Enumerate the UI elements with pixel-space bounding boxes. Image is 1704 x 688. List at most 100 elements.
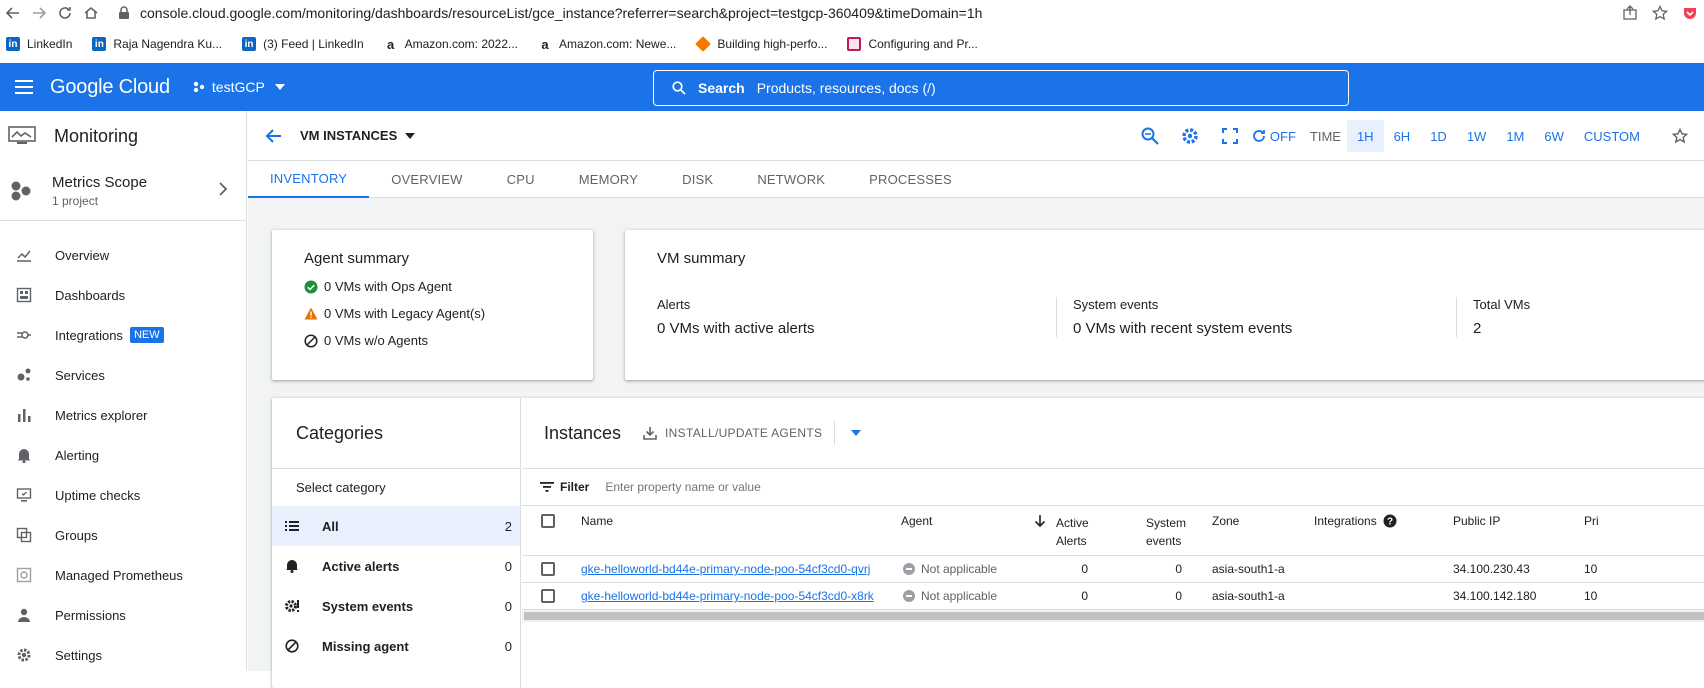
- url-field[interactable]: console.cloud.google.com/monitoring/dash…: [118, 5, 982, 21]
- linkedin-icon: in: [92, 37, 107, 51]
- sidebar-item-groups[interactable]: Groups: [0, 515, 246, 555]
- dashboard-icon: [16, 287, 32, 303]
- sidebar-item-label: Services: [55, 367, 105, 383]
- sidebar-item-services[interactable]: Services: [0, 355, 246, 395]
- time-range-custom[interactable]: CUSTOM: [1574, 120, 1650, 152]
- help-icon[interactable]: ?: [1383, 514, 1397, 528]
- back-arrow-icon[interactable]: [264, 128, 282, 144]
- back-arrow-icon[interactable]: [0, 0, 26, 26]
- pocket-icon[interactable]: [1682, 5, 1698, 21]
- category-missing-agent[interactable]: Missing agent 0: [272, 626, 520, 666]
- agent-row-text: 0 VMs with Legacy Agent(s): [324, 306, 486, 321]
- caret-down-icon[interactable]: [851, 430, 862, 436]
- col-active-alerts[interactable]: Active Alerts: [1056, 514, 1089, 550]
- col-name[interactable]: Name: [581, 514, 613, 528]
- instances-title: Instances: [544, 422, 622, 443]
- star-icon[interactable]: [1656, 128, 1704, 144]
- chevron-right-icon[interactable]: [218, 181, 228, 197]
- bookmark-item[interactable]: Configuring and Pr...: [847, 37, 978, 51]
- tab-network[interactable]: NETWORK: [735, 161, 847, 198]
- instances-header: Instances INSTALL/UPDATE AGENTS: [522, 398, 1704, 469]
- share-icon[interactable]: [1622, 5, 1638, 21]
- monitoring-icon: [8, 126, 36, 146]
- col-public-ip[interactable]: Public IP: [1453, 514, 1500, 528]
- time-range-1d[interactable]: 1D: [1420, 120, 1457, 152]
- forward-arrow-icon[interactable]: [26, 0, 52, 26]
- category-count: 0: [504, 598, 512, 614]
- reload-icon[interactable]: [52, 0, 78, 26]
- sidebar-item-dashboards[interactable]: Dashboards: [0, 275, 246, 315]
- sort-down-arrow-icon[interactable]: [1034, 514, 1046, 528]
- vm-summary-label: System events: [1073, 297, 1159, 312]
- hamburger-menu-icon[interactable]: [0, 63, 48, 111]
- col-agent[interactable]: Agent: [901, 514, 932, 528]
- sidebar-item-uptime-checks[interactable]: Uptime checks: [0, 475, 246, 515]
- bar-chart-icon: [16, 407, 32, 423]
- category-system-events[interactable]: System events 0: [272, 586, 520, 626]
- tab-memory[interactable]: MEMORY: [557, 161, 660, 198]
- sidebar-item-permissions[interactable]: Permissions: [0, 595, 246, 635]
- caret-down-icon: [405, 132, 416, 139]
- time-range-6w[interactable]: 6W: [1534, 120, 1574, 152]
- time-range-1w[interactable]: 1W: [1457, 120, 1497, 152]
- tab-cpu[interactable]: CPU: [485, 161, 557, 198]
- prometheus-icon: [16, 567, 32, 583]
- star-icon[interactable]: [1652, 5, 1668, 21]
- filter-bar: Filter: [522, 469, 1704, 506]
- col-zone[interactable]: Zone: [1212, 514, 1239, 528]
- sidebar-item-managed-prometheus[interactable]: Managed Prometheus: [0, 555, 246, 595]
- col-integrations[interactable]: Integrations ?: [1314, 514, 1397, 528]
- col-system-events[interactable]: System events: [1146, 514, 1186, 550]
- category-all[interactable]: All 2: [272, 506, 520, 546]
- bookmark-item[interactable]: in LinkedIn: [6, 37, 72, 51]
- bookmark-item[interactable]: Building high-perfo...: [695, 36, 827, 52]
- install-agents-button[interactable]: INSTALL/UPDATE AGENTS: [643, 421, 836, 445]
- sidebar-item-alerting[interactable]: Alerting: [0, 435, 246, 475]
- agent-summary-card: Agent summary 0 VMs with Ops Agent 0 VMs…: [272, 230, 593, 380]
- auto-refresh-toggle[interactable]: OFF: [1252, 129, 1296, 144]
- sidebar-item-overview[interactable]: Overview: [0, 235, 246, 275]
- search-input[interactable]: Search Products, resources, docs (/): [653, 70, 1349, 106]
- horizontal-scrollbar-thumb[interactable]: [524, 612, 1704, 620]
- tab-disk[interactable]: DISK: [660, 161, 735, 198]
- vm-summary-value: 0 VMs with active alerts: [657, 320, 815, 337]
- bookmark-item[interactable]: a Amazon.com: Newe...: [538, 37, 676, 52]
- filter-input[interactable]: [605, 480, 1006, 494]
- sidebar-item-label: Settings: [55, 647, 102, 663]
- category-label: System events: [322, 598, 414, 614]
- tab-inventory[interactable]: INVENTORY: [248, 161, 370, 198]
- dashboard-title-label: VM INSTANCES: [300, 128, 398, 143]
- col-private[interactable]: Pri: [1584, 514, 1599, 528]
- sidebar-item-settings[interactable]: Settings: [0, 635, 246, 675]
- google-cloud-logo[interactable]: Google Cloud: [50, 76, 170, 99]
- category-count: 2: [504, 518, 512, 534]
- fullscreen-icon[interactable]: [1210, 128, 1250, 144]
- metrics-scope[interactable]: Metrics Scope 1 project: [0, 161, 246, 221]
- vm-summary-columns: Alerts 0 VMs with active alerts System e…: [657, 297, 1693, 337]
- time-range-6h[interactable]: 6H: [1384, 120, 1421, 152]
- home-icon[interactable]: [78, 0, 104, 26]
- bookmark-label: Configuring and Pr...: [868, 37, 978, 51]
- row-checkbox[interactable]: [541, 562, 555, 576]
- time-range-1m[interactable]: 1M: [1496, 120, 1534, 152]
- bookmark-item[interactable]: a Amazon.com: 2022...: [383, 37, 518, 52]
- bookmark-item[interactable]: in (3) Feed | LinkedIn: [242, 37, 364, 51]
- sidebar-item-metrics-explorer[interactable]: Metrics explorer: [0, 395, 246, 435]
- instance-name-link[interactable]: gke-helloworld-bd44e-primary-node-poo-54…: [581, 562, 870, 576]
- project-selector[interactable]: testGCP: [192, 79, 285, 95]
- dashboard-title[interactable]: VM INSTANCES: [300, 128, 416, 143]
- table-row: gke-helloworld-bd44e-primary-node-poo-54…: [522, 556, 1704, 583]
- select-all-checkbox[interactable]: [541, 514, 555, 528]
- tab-overview[interactable]: OVERVIEW: [369, 161, 484, 198]
- system-events-value: 0: [1175, 589, 1182, 603]
- category-active-alerts[interactable]: Active alerts 0: [272, 546, 520, 586]
- zoom-search-icon[interactable]: [1130, 126, 1170, 146]
- bookmark-item[interactable]: in Raja Nagendra Ku...: [92, 37, 222, 51]
- instance-name-link[interactable]: gke-helloworld-bd44e-primary-node-poo-54…: [581, 589, 874, 603]
- row-checkbox[interactable]: [541, 589, 555, 603]
- time-range-1h[interactable]: 1H: [1346, 120, 1384, 152]
- tab-processes[interactable]: PROCESSES: [847, 161, 974, 198]
- sidebar-item-integrations[interactable]: Integrations NEW: [0, 315, 246, 355]
- amazon-icon: a: [538, 37, 553, 52]
- gear-icon[interactable]: [1170, 127, 1210, 145]
